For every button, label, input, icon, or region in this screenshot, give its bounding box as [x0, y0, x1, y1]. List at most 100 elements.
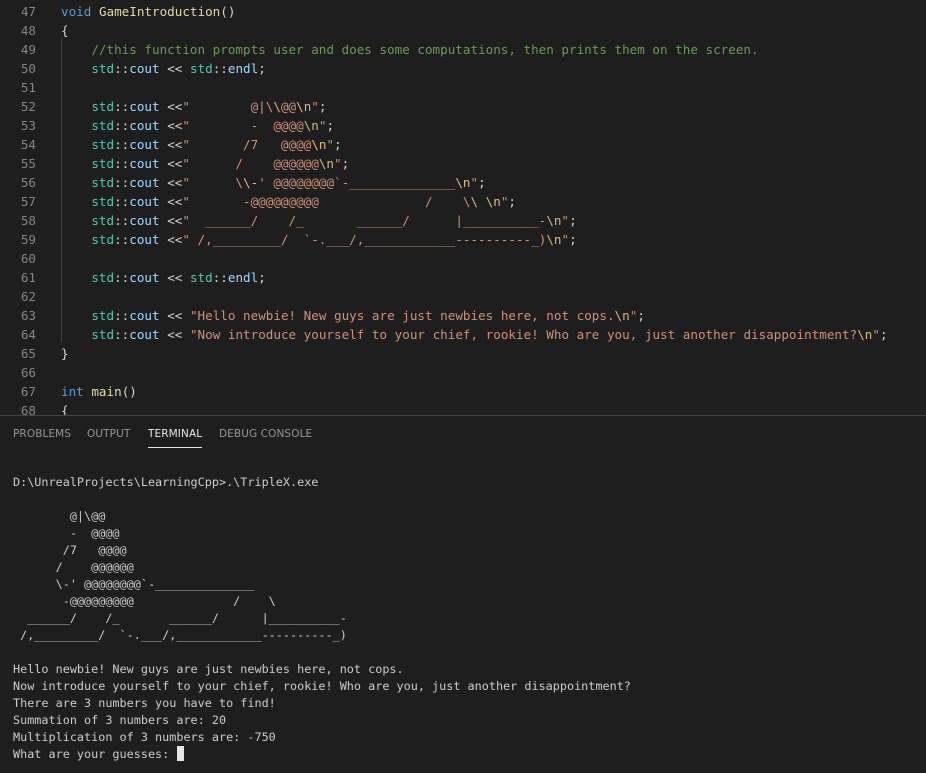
code-editor[interactable]: 47 void GameIntroduction() 48 {49 //this fu… — [0, 0, 926, 415]
code-token: \n — [311, 137, 327, 152]
code-token: cout — [129, 61, 160, 76]
code-token: " — [470, 175, 479, 190]
code-token: std — [91, 137, 115, 152]
code-line[interactable]: 62 — [0, 287, 926, 306]
terminal-ascii-line: -@@@@@@@@@ / \ — [13, 594, 276, 608]
code-line[interactable]: 50 std::cout << std::endl; — [0, 59, 926, 78]
code-line[interactable]: 56 std::cout <<" \\-' @@@@@@@@`-________… — [0, 173, 926, 192]
code-line[interactable]: 51 — [0, 78, 926, 97]
terminal-view[interactable]: D:\UnrealProjects\LearningCpp>.\TripleX.… — [0, 452, 926, 773]
line-number: 67 — [20, 384, 36, 399]
tab-debug-console[interactable]: DEBUG CONSOLE — [219, 427, 312, 441]
terminal-ascii-line: \-' @@@@@@@@`-______________ — [13, 577, 255, 591]
code-token: \n — [485, 194, 501, 209]
code-token: \ — [273, 99, 281, 114]
code-token: \n — [303, 118, 319, 133]
code-token: ; — [326, 118, 335, 133]
code-line[interactable]: 55 std::cout <<" / @@@@@@\n"; — [0, 154, 926, 173]
code-line[interactable]: 59 std::cout <<" /,_________/ `-.___/,__… — [0, 230, 926, 249]
code-token: << — [159, 61, 190, 76]
code-line[interactable]: 65} — [0, 344, 926, 363]
code-line[interactable]: 47 void GameIntroduction() — [0, 2, 926, 21]
code-line[interactable]: 53 std::cout <<" - @@@@\n"; — [0, 116, 926, 135]
terminal-ascii-line: @|\@@ — [13, 509, 106, 523]
code-token: std — [91, 175, 115, 190]
code-token: ; — [569, 232, 577, 247]
code-token: ; — [258, 61, 266, 76]
code-line[interactable]: 60 — [0, 249, 926, 268]
code-line[interactable]: 63 std::cout << "Hello newbie! New guys … — [0, 306, 926, 325]
code-token: () — [220, 4, 236, 19]
code-token: endl — [227, 61, 259, 76]
code-token: :: — [114, 156, 130, 171]
line-number: 66 — [20, 365, 36, 380]
code-token: << — [159, 194, 183, 209]
line-number: 55 — [20, 156, 36, 171]
code-token: :: — [114, 308, 130, 323]
code-token: () — [121, 384, 137, 399]
code-token: ; — [637, 308, 645, 323]
code-token: std — [189, 61, 213, 76]
code-line[interactable]: 68 { — [0, 401, 926, 415]
code-token: cout — [129, 213, 160, 228]
line-number: 59 — [20, 232, 36, 247]
code-text: int main() — [61, 382, 137, 401]
terminal-ascii-line: / @@@@@@ — [13, 560, 134, 574]
code-token: << — [159, 232, 183, 247]
code-line[interactable]: 66 — [0, 363, 926, 382]
code-token: ; — [341, 156, 350, 171]
code-token: << — [159, 327, 190, 342]
terminal-output-line: Summation of 3 numbers are: 20 — [13, 713, 227, 727]
code-token: cout — [129, 118, 160, 133]
tab-output[interactable]: OUTPUT — [87, 427, 130, 441]
line-number: 56 — [20, 175, 36, 190]
code-line[interactable]: 58 std::cout <<" ______/ /_ ______/ |___… — [0, 211, 926, 230]
code-text: std::cout <<" /,_________/ `-.___/,_____… — [61, 230, 577, 249]
tab-terminal[interactable]: TERMINAL — [148, 427, 203, 448]
code-line[interactable]: 54 std::cout <<" /7 @@@@\n"; — [0, 135, 926, 154]
code-token: " — [561, 213, 570, 228]
code-token: ; — [879, 327, 888, 342]
code-token: cout — [129, 232, 160, 247]
code-line[interactable]: 67 int main() — [0, 382, 926, 401]
code-token: " — [561, 232, 570, 247]
code-token: ; — [334, 137, 342, 152]
code-line[interactable]: 48 { — [0, 21, 926, 40]
bottom-panel: PROBLEMS OUTPUT TERMINAL DEBUG CONSOLE D… — [0, 415, 926, 773]
code-token: { — [61, 403, 69, 415]
line-number: 49 — [20, 42, 36, 57]
code-text: { — [61, 21, 69, 40]
code-line[interactable]: 52 std::cout <<" @|\\@@\n"; — [0, 97, 926, 116]
tab-problems[interactable]: PROBLEMS — [13, 427, 71, 441]
code-token: " / @@@@@@ — [182, 156, 319, 171]
code-token: cout — [129, 99, 160, 114]
code-text: void GameIntroduction() — [61, 2, 235, 21]
code-token: std — [189, 270, 213, 285]
code-line[interactable]: 49 //this function prompts user and does… — [0, 40, 926, 59]
code-token: ; — [478, 175, 486, 190]
terminal-prompt-line[interactable]: What are your guesses: — [13, 746, 185, 763]
code-token: :: — [114, 118, 130, 133]
panel-tab-bar: PROBLEMS OUTPUT TERMINAL DEBUG CONSOLE — [0, 416, 926, 452]
code-line[interactable]: 57 std::cout <<" -@@@@@@@@@ / \\ \n"; — [0, 192, 926, 211]
code-text: std::cout << "Hello newbie! New guys are… — [61, 306, 645, 325]
code-token: " ______/ /_ ______/ |__________- — [182, 213, 547, 228]
code-token: :: — [114, 175, 130, 190]
code-line[interactable]: 64 std::cout << "Now introduce yourself … — [0, 325, 926, 344]
code-token: :: — [114, 61, 130, 76]
code-token: std — [91, 213, 115, 228]
code-line[interactable]: 61 std::cout << std::endl; — [0, 268, 926, 287]
line-number: 63 — [20, 308, 36, 323]
code-token: \n — [318, 156, 335, 171]
code-token: "Hello newbie! New guys are just newbies… — [189, 308, 615, 323]
line-number: 48 — [20, 23, 36, 38]
line-number: 50 — [20, 61, 36, 76]
line-number: 51 — [20, 80, 36, 95]
code-token: GameIntroduction — [98, 4, 221, 19]
